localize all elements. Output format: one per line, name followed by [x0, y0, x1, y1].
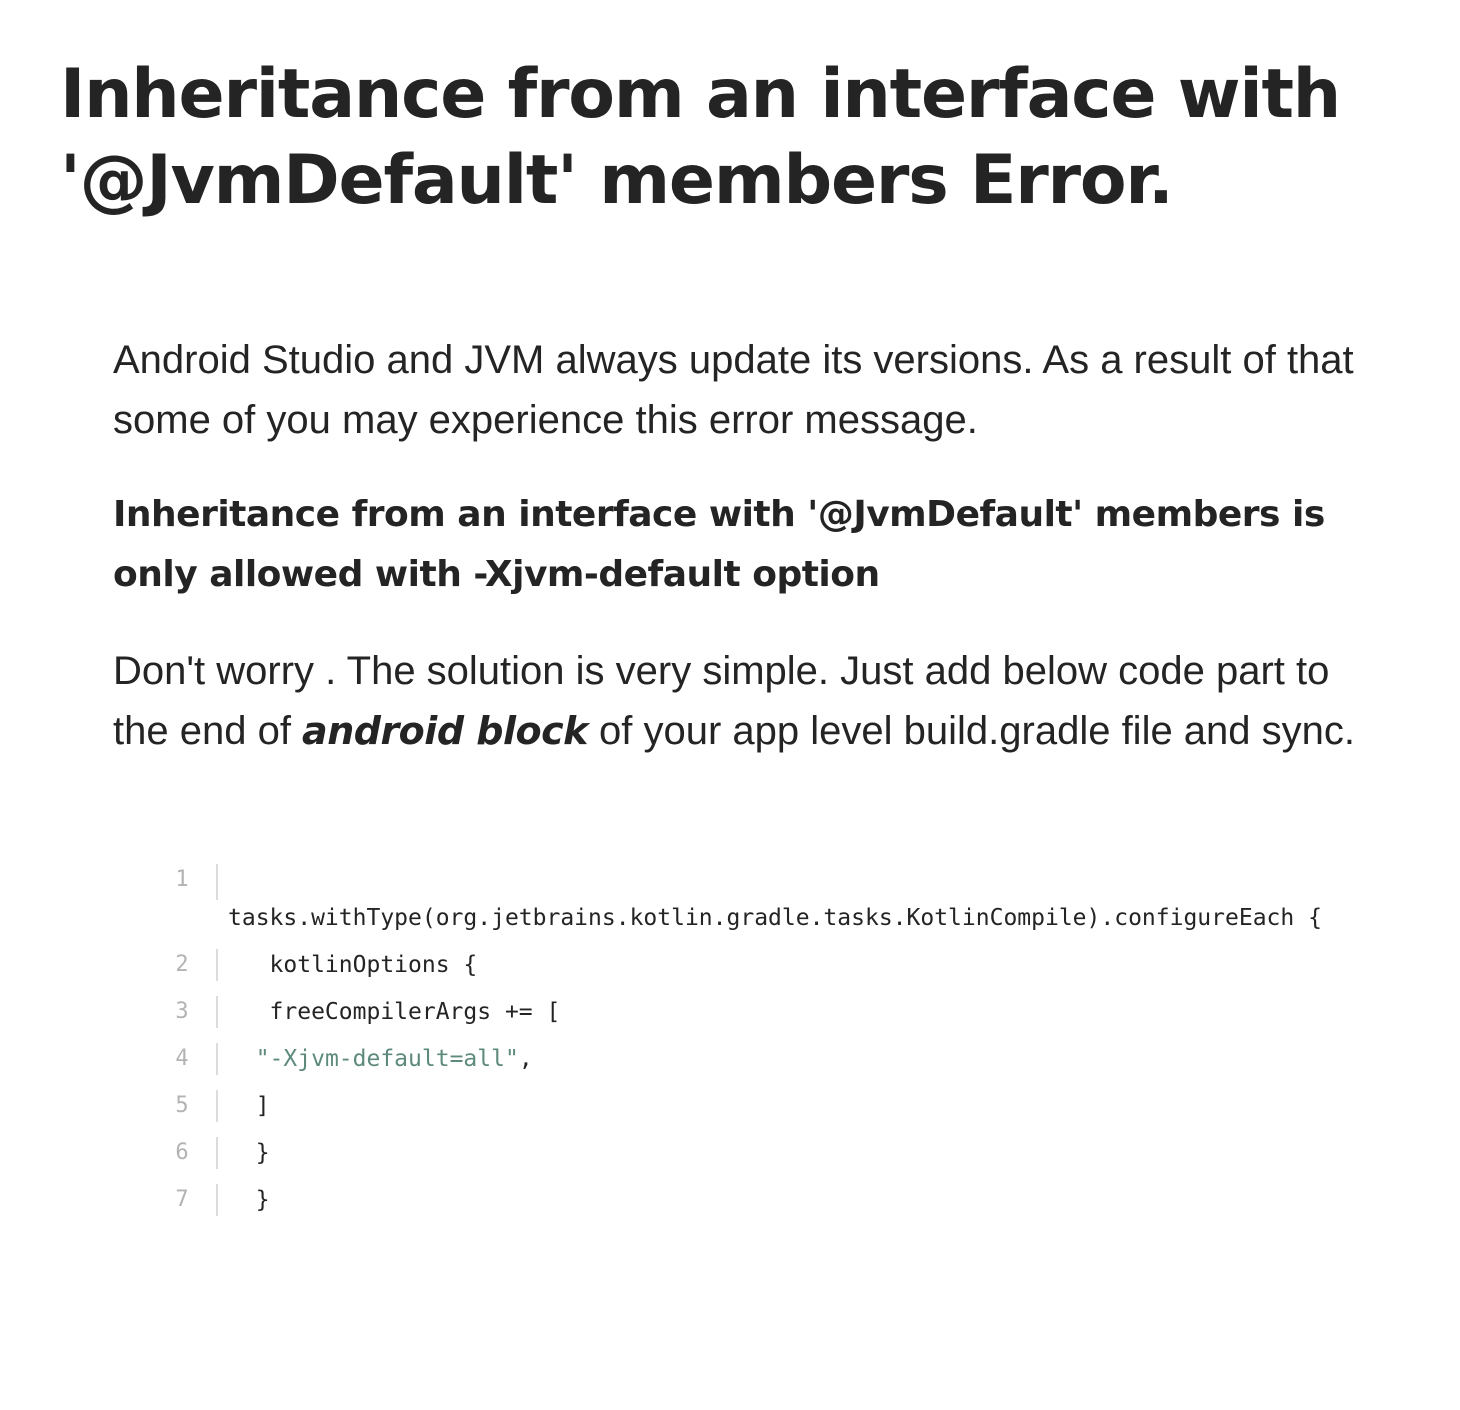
gutter-rule — [216, 1043, 218, 1075]
code-line: 1 tasks.withType(org.jetbrains.kotlin.gr… — [160, 860, 1360, 938]
error-message-paragraph: Inheritance from an interface with '@Jvm… — [113, 494, 1325, 595]
android-block-emphasis: android block — [302, 709, 588, 753]
page-title: Inheritance from an interface with '@Jvm… — [60, 55, 1341, 220]
line-number: 4 — [175, 1046, 189, 1071]
code-line: 5 ] — [160, 1086, 1360, 1126]
code-line: 3 freeCompilerArgs += [ — [160, 992, 1360, 1032]
code-line: 6 } — [160, 1133, 1360, 1173]
line-number: 7 — [175, 1187, 189, 1212]
intro-paragraph: Android Studio and JVM always update its… — [113, 338, 1354, 442]
line-number: 6 — [175, 1140, 189, 1165]
code-text: freeCompilerArgs += [ — [228, 999, 561, 1025]
gutter-rule — [216, 949, 218, 981]
code-line: 4 "-Xjvm-default=all", — [160, 1039, 1360, 1079]
gutter-rule — [216, 1184, 218, 1216]
line-number: 5 — [175, 1093, 189, 1118]
string-literal: "-Xjvm-default=all" — [255, 1046, 519, 1072]
code-text: } — [228, 1140, 270, 1166]
code-line: 2 kotlinOptions { — [160, 945, 1360, 985]
code-punctuation: , — [518, 1046, 533, 1072]
code-line: 7 } — [160, 1180, 1360, 1220]
gutter-rule — [216, 864, 218, 900]
code-text: ] — [228, 1093, 270, 1119]
gutter-rule — [216, 1090, 218, 1122]
gutter-rule — [216, 996, 218, 1028]
article-body: Android Studio and JVM always update its… — [113, 330, 1373, 761]
gutter-rule — [216, 1137, 218, 1169]
line-number: 3 — [175, 999, 189, 1024]
line-number: 1 — [175, 867, 189, 892]
code-block: 1 tasks.withType(org.jetbrains.kotlin.gr… — [160, 860, 1360, 1220]
code-text: tasks.withType(org.jetbrains.kotlin.grad… — [228, 905, 1322, 931]
code-text: "-Xjvm-default=all", — [228, 1039, 1360, 1079]
line-number: 2 — [175, 952, 189, 977]
solution-paragraph: Don't worry . The solution is very simpl… — [113, 641, 1373, 761]
code-text: kotlinOptions { — [228, 952, 478, 978]
code-text: } — [228, 1187, 270, 1213]
solution-text-end: of your app level build.gradle file and … — [587, 709, 1356, 753]
